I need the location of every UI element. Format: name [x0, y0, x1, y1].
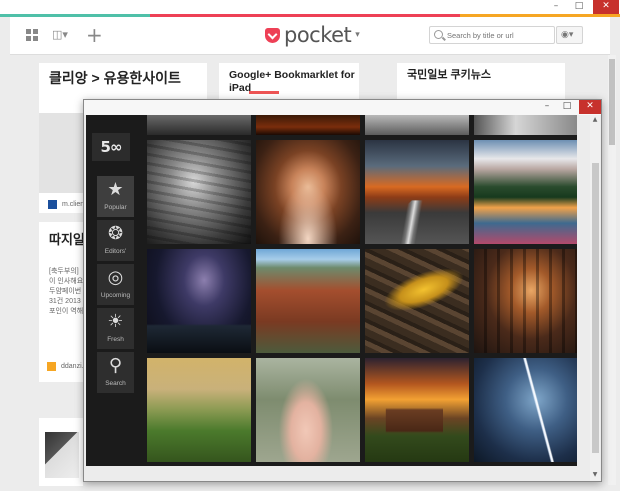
app500-close-button[interactable]: ✕ [579, 100, 601, 114]
nav-label: Upcoming [100, 292, 131, 299]
search-icon [434, 30, 443, 39]
app500-window: – □ ✕ 5∞ ★ Popular ❂ Editors' ◎ Upcoming… [83, 99, 602, 482]
pocket-scrollbar-thumb[interactable] [609, 59, 615, 145]
nav-label: Popular [104, 204, 127, 211]
app500-minimize-button[interactable]: – [538, 100, 556, 114]
chevron-down-icon: ▾ [355, 30, 360, 40]
photo-tile-partial-1[interactable] [147, 115, 251, 135]
photo-tile-road-dramatic-sky[interactable] [365, 140, 469, 244]
pocket-logo[interactable]: pocket ▾ [265, 22, 360, 48]
scroll-down-arrow-icon[interactable]: ▼ [590, 471, 600, 478]
photo-tile-yellow-leaf[interactable] [365, 249, 469, 353]
pocket-search-box[interactable] [429, 26, 555, 44]
grid-view-icon[interactable] [26, 29, 38, 41]
card-title: 클리앙 > 유용한사이트 [49, 70, 181, 86]
tag-icon: ◉ [561, 30, 569, 40]
photo-tile-green-hills[interactable] [147, 358, 251, 462]
pocket-scrollbar[interactable] [608, 55, 616, 485]
app500-scrollbar[interactable]: ▲ ▼ [590, 115, 600, 481]
app500-maximize-button[interactable]: □ [558, 100, 576, 114]
photo-tile-milky-way[interactable] [147, 249, 251, 353]
card-title: 국민일보 쿠키뉴스 [407, 69, 492, 81]
photo-tile-partial-2[interactable] [256, 115, 360, 135]
nav-fresh[interactable]: ☀ Fresh [97, 308, 134, 349]
tag-filter-button[interactable]: ◉▾ [556, 26, 583, 44]
card-excerpt-line: 두얌페이번 [49, 288, 82, 295]
ddanzi-favicon [47, 362, 56, 371]
card-thumbnail [45, 432, 79, 478]
star-icon: ★ [107, 179, 124, 200]
nav-search[interactable]: ⚲ Search [97, 352, 134, 393]
pocket-card[interactable]: Google+ Bookmarklet for iPad [219, 63, 359, 101]
photo-tile-girl-portrait[interactable] [256, 140, 360, 244]
clien-favicon [48, 200, 57, 209]
card-excerpt-line: 포인이 역해 [49, 308, 84, 315]
photo-tile-cabin-sunset[interactable] [365, 358, 469, 462]
pocket-card[interactable] [39, 418, 83, 486]
pocket-search-input[interactable] [447, 28, 551, 42]
app500-title-bar: – □ ✕ [84, 100, 601, 115]
nav-label: Editors' [104, 248, 127, 255]
pocket-card[interactable]: 따지일 [축두부의] 이 인사해요 두얌페이번 31건 2013 포인이 역해 … [39, 222, 87, 382]
card-excerpt-line: 31건 2013 [49, 298, 81, 305]
pocket-title-bar: – □ ✕ [0, 0, 620, 14]
card-excerpt-line: [축두부의] [49, 268, 79, 275]
nav-upcoming[interactable]: ◎ Upcoming [97, 264, 134, 305]
search-icon: ⚲ [108, 355, 123, 376]
app500-content: 5∞ ★ Popular ❂ Editors' ◎ Upcoming ☀ Fre… [86, 115, 577, 466]
photo-tile-mountain-lake[interactable] [474, 140, 577, 244]
pocket-maximize-button[interactable]: □ [568, 0, 590, 14]
pocket-header: ◫▾ + pocket ▾ ◉▾ [10, 17, 610, 55]
photo-tile-lightning-storm[interactable] [474, 358, 577, 462]
app500-scrollbar-thumb[interactable] [592, 163, 599, 453]
nav-label: Search [105, 380, 126, 387]
photo-tile-woman-striped-shirt[interactable] [147, 140, 251, 244]
card-excerpt-line: 이 인사해요 [49, 278, 84, 285]
photo-tile-partial-3[interactable] [365, 115, 469, 135]
photo-tile-woman-white-dress[interactable] [256, 358, 360, 462]
scroll-up-arrow-icon[interactable]: ▲ [590, 116, 600, 123]
nav-editors[interactable]: ❂ Editors' [97, 220, 134, 261]
app500-logo[interactable]: 5∞ [92, 133, 130, 161]
pocket-close-button[interactable]: ✕ [593, 0, 619, 14]
add-item-icon[interactable]: + [86, 23, 103, 47]
pocket-minimize-button[interactable]: – [545, 0, 567, 14]
award-icon: ❂ [107, 223, 124, 244]
photo-tile-forest-light[interactable] [474, 249, 577, 353]
target-icon: ◎ [107, 267, 124, 288]
pocket-logo-icon [265, 27, 280, 43]
pocket-logo-text: pocket [284, 23, 352, 47]
photo-tile-canyon[interactable] [256, 249, 360, 353]
photo-tile-partial-4[interactable] [474, 115, 577, 135]
sun-icon: ☀ [107, 311, 124, 332]
nav-popular[interactable]: ★ Popular [97, 176, 134, 217]
archive-list-icon[interactable]: ◫▾ [52, 28, 74, 42]
card-thumbnail [249, 91, 279, 94]
nav-label: Fresh [107, 336, 124, 343]
pocket-card[interactable]: 국민일보 쿠키뉴스 [397, 63, 565, 101]
